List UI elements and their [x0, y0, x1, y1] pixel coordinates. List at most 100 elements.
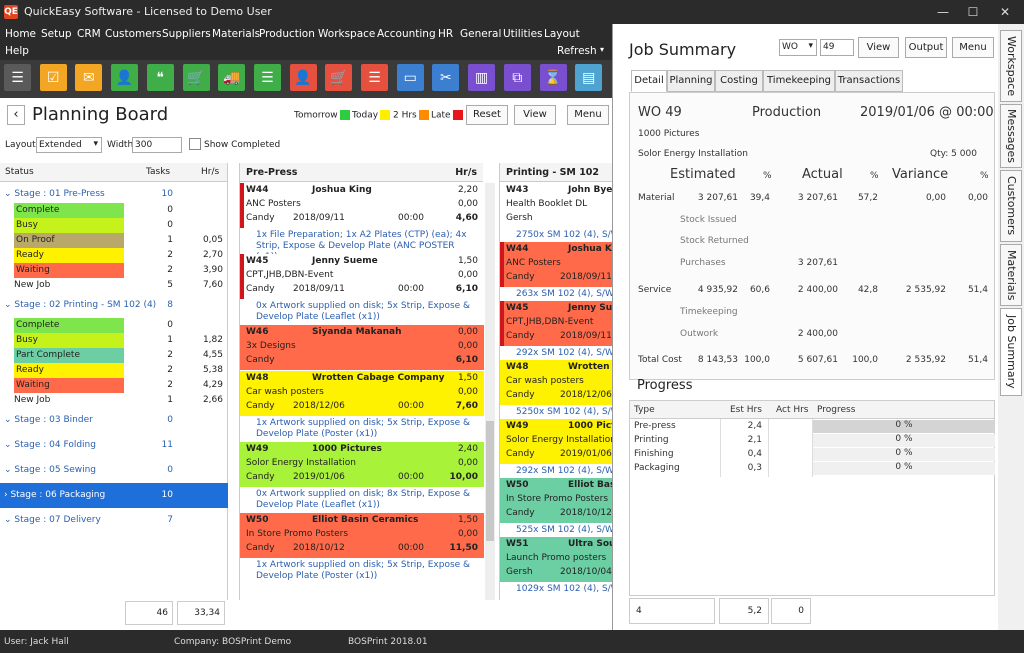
- job-card[interactable]: W48 Wrotten Cabage Company 1,50 Car wash po…: [240, 371, 484, 416]
- stage-row[interactable]: ⌄ Stage : 04 Folding 11: [0, 433, 228, 458]
- stage-row[interactable]: ⌄ Stage : 07 Delivery 7: [0, 508, 228, 533]
- minimize-button[interactable]: —: [928, 2, 958, 22]
- chevron-down-icon[interactable]: ▾: [600, 45, 604, 54]
- job-card[interactable]: W49 1000 Pictures 2,40 Solor Energy Install…: [240, 442, 484, 487]
- refresh-button[interactable]: Refresh: [557, 45, 597, 57]
- stage-row[interactable]: ⌄ Stage : 03 Binder 0: [0, 408, 228, 433]
- prepress-scrollbar[interactable]: [485, 183, 495, 600]
- menu-general[interactable]: General: [460, 28, 501, 40]
- menu-setup[interactable]: Setup: [41, 28, 72, 40]
- mail-icon[interactable]: ✉: [75, 64, 103, 91]
- layout-select[interactable]: Extended ▾: [36, 137, 102, 153]
- job-tasks[interactable]: 0x Artwork supplied on disk; 8x Strip, E…: [256, 489, 476, 511]
- box-icon[interactable]: ▭: [396, 64, 424, 91]
- job-card[interactable]: W44 Joshua King 2,20 ANC Posters 0,00 Candy 20…: [240, 183, 484, 228]
- status-row[interactable]: Waiting 2 3,90: [0, 263, 228, 278]
- job-card[interactable]: W46 Siyanda Makanah 0,00 3x Designs 0,00 Cand…: [240, 325, 484, 370]
- menu-help[interactable]: Help: [5, 45, 29, 57]
- job-card[interactable]: W50 Elliot Basin Ceramics 1,50 In Store Pro…: [240, 513, 484, 558]
- tab-planning[interactable]: Planning: [667, 70, 715, 92]
- menu-button[interactable]: Menu: [567, 105, 609, 125]
- status-row[interactable]: Ready 2 2,70: [0, 248, 228, 263]
- status-row[interactable]: Busy 1 1,82: [0, 333, 228, 348]
- chat-icon[interactable]: ❝: [146, 64, 174, 91]
- cart-icon[interactable]: 🛒: [325, 64, 353, 91]
- menu-customers[interactable]: Customers: [105, 28, 161, 40]
- menu-production[interactable]: Production: [259, 28, 315, 40]
- document-icon[interactable]: ☰: [253, 64, 281, 91]
- maximize-button[interactable]: ☐: [958, 2, 988, 22]
- width-input[interactable]: 300: [132, 137, 182, 153]
- show-completed-checkbox[interactable]: [189, 138, 201, 150]
- menu-layout[interactable]: Layout: [544, 28, 580, 40]
- cart-add-icon[interactable]: 🛒: [182, 64, 210, 91]
- job-tasks[interactable]: 1x Artwork supplied on disk; 5x Strip, E…: [256, 560, 476, 582]
- book-icon[interactable]: ▤: [575, 64, 603, 91]
- status-row[interactable]: Part Complete 2 4,55: [0, 348, 228, 363]
- status-row[interactable]: Busy 0: [0, 218, 228, 233]
- type-column-header[interactable]: Type: [634, 405, 655, 415]
- status-row[interactable]: New Job 5 7,60: [0, 278, 228, 293]
- user-icon[interactable]: 👤: [111, 64, 139, 91]
- status-row[interactable]: New Job 1 2,66: [0, 393, 228, 408]
- chevron-down-icon[interactable]: ⌄: [4, 515, 14, 525]
- menu-hr[interactable]: HR: [438, 28, 453, 40]
- close-button[interactable]: ✕: [990, 2, 1020, 22]
- menu-materials[interactable]: Materials: [212, 28, 260, 40]
- act-hrs-column-header[interactable]: Act Hrs: [776, 405, 809, 415]
- hourglass-icon[interactable]: ⌛: [539, 64, 567, 91]
- side-tab-messages[interactable]: Messages: [1000, 104, 1022, 168]
- stage-row[interactable]: ⌄ Stage : 01 Pre-Press 10: [0, 185, 228, 203]
- calendar-check-icon[interactable]: ☑: [39, 64, 67, 91]
- status-row[interactable]: Complete 0: [0, 203, 228, 218]
- hamburger-icon[interactable]: ☰: [4, 64, 31, 91]
- tab-transactions[interactable]: Transactions: [835, 70, 903, 92]
- tab-detail[interactable]: Detail: [631, 70, 667, 92]
- status-row[interactable]: Waiting 2 4,29: [0, 378, 228, 393]
- side-tab-customers[interactable]: Customers: [1000, 170, 1022, 242]
- est-hrs-column-header[interactable]: Est Hrs: [730, 405, 762, 415]
- person-icon[interactable]: 👤: [289, 64, 317, 91]
- job-card[interactable]: W45 Jenny Sueme 1,50 CPT,JHB,DBN-Event 0,00 C…: [240, 254, 484, 299]
- chevron-down-icon[interactable]: ⌄: [4, 465, 14, 475]
- chevron-down-icon[interactable]: ⌄: [4, 440, 14, 450]
- status-row[interactable]: Ready 2 5,38: [0, 363, 228, 378]
- hrs-column-header[interactable]: Hr/s: [201, 167, 219, 177]
- summary-view-button[interactable]: View: [858, 37, 899, 58]
- output-button[interactable]: Output: [905, 37, 947, 58]
- job-tasks[interactable]: 1x Artwork supplied on disk; 5x Strip, E…: [256, 418, 476, 440]
- side-tab-materials[interactable]: Materials: [1000, 244, 1022, 306]
- menu-suppliers[interactable]: Suppliers: [162, 28, 211, 40]
- tasks-column-header[interactable]: Tasks: [146, 167, 170, 177]
- status-column-header[interactable]: Status: [5, 167, 34, 177]
- chevron-down-icon[interactable]: ⌄: [4, 300, 14, 310]
- tab-timekeeping[interactable]: Timekeeping: [763, 70, 835, 92]
- truck-icon[interactable]: 🚚: [218, 64, 246, 91]
- factory-icon[interactable]: ▥: [468, 64, 496, 91]
- wo-number-input[interactable]: 49: [820, 39, 854, 56]
- wo-select[interactable]: WO ▾: [779, 39, 817, 56]
- scroll-thumb[interactable]: [486, 421, 494, 541]
- scissors-doc-icon[interactable]: ✂: [432, 64, 460, 91]
- status-row[interactable]: On Proof 1 0,05: [0, 233, 228, 248]
- view-button[interactable]: View: [514, 105, 556, 125]
- progress-column-header[interactable]: Progress: [817, 405, 855, 415]
- chevron-down-icon[interactable]: ⌄: [4, 415, 14, 425]
- summary-menu-button[interactable]: Menu: [952, 37, 994, 58]
- side-tab-workspace[interactable]: Workspace: [1000, 30, 1022, 102]
- chevron-down-icon[interactable]: ⌄: [4, 189, 14, 199]
- menu-workspace[interactable]: Workspace: [318, 28, 375, 40]
- job-tasks[interactable]: 0x Artwork supplied on disk; 5x Strip, E…: [256, 301, 476, 323]
- status-row[interactable]: Complete 0: [0, 318, 228, 333]
- stage-row[interactable]: ⌄ Stage : 05 Sewing 0: [0, 458, 228, 483]
- stage-row[interactable]: › Stage : 06 Packaging 10: [0, 483, 228, 508]
- menu-accounting[interactable]: Accounting: [377, 28, 436, 40]
- stage-row[interactable]: ⌄ Stage : 02 Printing - SM 102 (4) 8: [0, 293, 228, 318]
- back-button[interactable]: ‹: [7, 105, 25, 125]
- menu-crm[interactable]: CRM: [77, 28, 101, 40]
- invoice-icon[interactable]: ☰: [361, 64, 388, 91]
- reset-button[interactable]: Reset: [466, 105, 508, 125]
- menu-utilities[interactable]: Utilities: [503, 28, 543, 40]
- menu-home[interactable]: Home: [5, 28, 36, 40]
- tab-costing[interactable]: Costing: [715, 70, 763, 92]
